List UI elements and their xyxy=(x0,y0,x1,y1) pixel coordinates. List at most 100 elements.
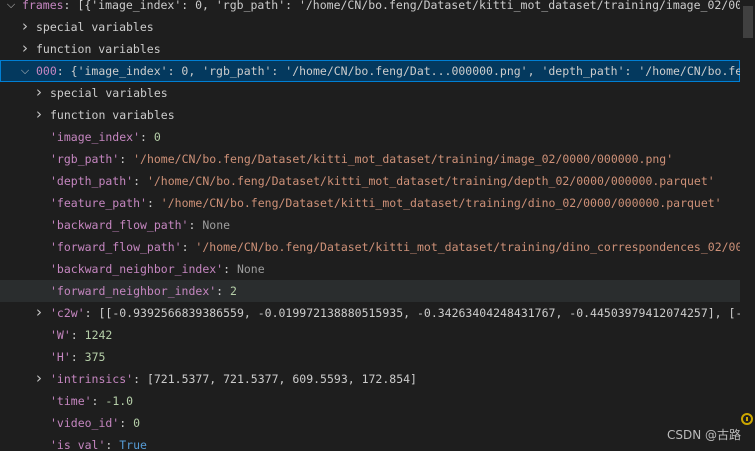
tree-row[interactable]: 'forward_flow_path': '/home/CN/bo.feng/D… xyxy=(0,236,740,258)
variable-name: 'forward_flow_path' xyxy=(50,240,182,254)
row-label: 'feature_path': '/home/CN/bo.feng/Datase… xyxy=(50,192,722,214)
tree-row[interactable]: 'W': 1242 xyxy=(0,324,740,346)
tree-row[interactable]: ›'c2w': [[-0.9392566839386559, -0.019972… xyxy=(0,302,740,324)
tree-row[interactable]: ⌵ 000: {'image_index': 0, 'rgb_path': '/h… xyxy=(0,60,740,82)
variable-value: [721.5377, 721.5377, 609.5593, 172.854] xyxy=(146,372,417,386)
tree-row[interactable]: 'time': -1.0 xyxy=(0,390,740,412)
variable-name: 'intrinsics' xyxy=(50,372,134,386)
variable-value: 375 xyxy=(84,350,106,364)
chevron-right-icon[interactable]: › xyxy=(18,38,32,60)
separator: : xyxy=(63,0,78,12)
row-label: 'rgb_path': '/home/CN/bo.feng/Dataset/ki… xyxy=(50,148,673,170)
row-label: 'image_index': 0 xyxy=(50,126,161,148)
separator: : xyxy=(70,328,85,342)
row-label: special variables xyxy=(50,82,168,104)
variable-name: frames xyxy=(22,0,64,12)
chevron-down-icon[interactable]: ⌵ xyxy=(18,60,32,82)
variable-value: '/home/CN/bo.feng/Dataset/kitti_mot_data… xyxy=(195,240,740,254)
variable-value: -1.0 xyxy=(105,394,134,408)
separator: : xyxy=(216,284,231,298)
row-label: function variables xyxy=(36,38,161,60)
tree-row[interactable]: ⌵ frames: [{'image_index': 0, 'rgb_path':… xyxy=(0,0,740,16)
tree-row[interactable]: 'backward_flow_path': None xyxy=(0,214,740,236)
separator: : xyxy=(119,416,134,430)
row-label: 'backward_neighbor_index': None xyxy=(50,258,265,280)
tree-row[interactable]: 'is_val': True xyxy=(0,434,740,451)
separator: : xyxy=(133,174,147,188)
tree-row[interactable]: › special variables xyxy=(0,82,740,104)
variable-name: 'is_val' xyxy=(50,438,106,451)
separator: : xyxy=(119,152,134,166)
row-label: 'forward_flow_path': '/home/CN/bo.feng/D… xyxy=(50,236,740,258)
variable-name: 000 xyxy=(36,64,57,78)
chevron-right-icon[interactable]: › xyxy=(32,302,46,324)
separator: : xyxy=(181,240,196,254)
watermark: CSDN @古路 xyxy=(666,428,741,442)
variable-name: 'H' xyxy=(50,350,71,364)
variable-value: [{'image_index': 0, 'rgb_path': '/home/C… xyxy=(77,0,740,12)
tree-row[interactable]: 'depth_path': '/home/CN/bo.feng/Dataset/… xyxy=(0,170,740,192)
chevron-right-icon[interactable]: › xyxy=(32,368,46,390)
separator: : xyxy=(223,262,237,276)
scrollbar-thumb[interactable] xyxy=(743,6,753,38)
row-label: 'video_id': 0 xyxy=(50,412,140,434)
separator: : xyxy=(56,64,71,78)
chevron-down-icon[interactable]: ⌵ xyxy=(4,0,18,16)
variable-name: 'W' xyxy=(50,328,71,342)
chevron-right-icon[interactable]: › xyxy=(32,104,46,126)
variable-value: {'image_index': 0, 'rgb_path': '/home/CN… xyxy=(70,64,740,78)
separator: : xyxy=(105,438,120,451)
variable-value: 2 xyxy=(230,284,237,298)
tree-row[interactable]: › 'intrinsics': [721.5377, 721.5377, 609.… xyxy=(0,368,740,390)
row-label: 000: {'image_index': 0, 'rgb_path': '/ho… xyxy=(36,60,740,82)
variable-value: None xyxy=(202,218,231,232)
chevron-right-icon[interactable]: › xyxy=(18,16,32,38)
tree-row[interactable]: 'feature_path': '/home/CN/bo.feng/Datase… xyxy=(0,192,740,214)
tree-row[interactable]: 'H': 375 xyxy=(0,346,740,368)
warning-circle-icon[interactable] xyxy=(741,413,753,425)
scrollbar[interactable] xyxy=(741,0,755,451)
row-label: 'backward_flow_path': None xyxy=(50,214,230,236)
variable-value: 1242 xyxy=(84,328,113,342)
variable-value: [[-0.9392566839386559, -0.01997213888051… xyxy=(98,306,740,320)
variable-name: 'time' xyxy=(50,394,92,408)
tree-row[interactable]: 'backward_neighbor_index': None xyxy=(0,258,740,280)
separator: : xyxy=(146,196,161,210)
row-label: 'W': 1242 xyxy=(50,324,112,346)
variable-name: special variables xyxy=(36,20,154,34)
row-label: function variables xyxy=(50,104,175,126)
variable-name: 'backward_neighbor_index' xyxy=(50,262,224,276)
row-label: 'depth_path': '/home/CN/bo.feng/Dataset/… xyxy=(50,170,715,192)
row-label: 'c2w': [[-0.9392566839386559, -0.0199721… xyxy=(50,302,740,324)
variable-value: '/home/CN/bo.feng/Dataset/kitti_mot_data… xyxy=(146,174,715,188)
tree-row[interactable]: › function variables xyxy=(0,38,740,60)
variable-name: 'feature_path' xyxy=(50,196,147,210)
row-label: 'H': 375 xyxy=(50,346,105,368)
tree-row[interactable]: › special variables xyxy=(0,16,740,38)
variable-name: 'c2w' xyxy=(50,306,85,320)
row-label: frames: [{'image_index': 0, 'rgb_path': … xyxy=(22,0,740,16)
tree-row[interactable]: 'video_id': 0 xyxy=(0,412,740,434)
variable-value: 0 xyxy=(153,130,161,144)
variable-value: 0 xyxy=(133,416,141,430)
variable-name: 'image_index' xyxy=(50,130,141,144)
separator: : xyxy=(188,218,203,232)
variable-name: function variables xyxy=(50,108,175,122)
tree-row[interactable]: 'forward_neighbor_index': 2 xyxy=(0,280,740,302)
chevron-right-icon[interactable]: › xyxy=(32,82,46,104)
row-label: 'is_val': True xyxy=(50,434,147,451)
variable-name: 'rgb_path' xyxy=(50,152,120,166)
variable-name: 'video_id' xyxy=(50,416,120,430)
separator: : xyxy=(70,350,85,364)
variable-value: '/home/CN/bo.feng/Dataset/kitti_mot_data… xyxy=(160,196,722,210)
row-label: 'forward_neighbor_index': 2 xyxy=(50,280,237,302)
separator: : xyxy=(133,372,147,386)
tree-row[interactable]: 'image_index': 0 xyxy=(0,126,740,148)
tree-row[interactable]: 'rgb_path': '/home/CN/bo.feng/Dataset/ki… xyxy=(0,148,740,170)
separator: : xyxy=(84,306,99,320)
variable-name: special variables xyxy=(50,86,168,100)
row-label: special variables xyxy=(36,16,154,38)
variable-name: function variables xyxy=(36,42,161,56)
variable-name: 'forward_neighbor_index' xyxy=(50,284,217,298)
tree-row[interactable]: › function variables xyxy=(0,104,740,126)
